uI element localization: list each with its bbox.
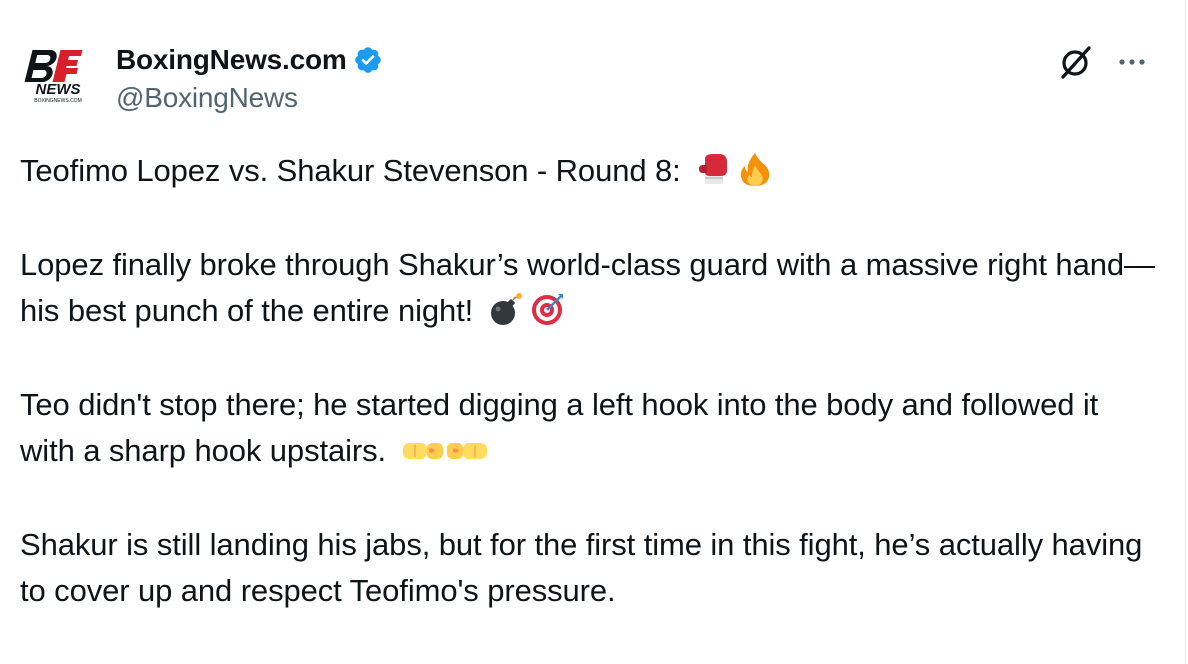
fire-icon	[737, 151, 773, 187]
account-handle[interactable]: @BoxingNews	[116, 82, 383, 114]
post-text: Teofimo Lopez vs. Shakur Stevenson - Rou…	[20, 148, 1160, 614]
name-row: BoxingNews.com	[116, 42, 383, 78]
boxing-glove-icon	[695, 151, 731, 187]
paragraph-text: Teofimo Lopez vs. Shakur Stevenson - Rou…	[20, 153, 690, 188]
post-paragraph-3: Teo didn't stop there; he started diggin…	[20, 382, 1160, 474]
bomb-icon	[488, 291, 524, 327]
post-paragraph-1: Teofimo Lopez vs. Shakur Stevenson - Rou…	[20, 148, 1160, 194]
paragraph-text: Teo didn't stop there; he started diggin…	[20, 387, 1099, 468]
direct-hit-icon	[530, 291, 566, 327]
left-fist-icon	[401, 431, 445, 467]
paragraph-text: Lopez finally broke through Shakur’s wor…	[20, 247, 1155, 328]
account-names: BoxingNews.com @BoxingNews	[116, 42, 383, 114]
display-name[interactable]: BoxingNews.com	[116, 44, 347, 76]
avatar-sub-text: NEWS	[36, 81, 81, 98]
post-card: NEWS BOXINGNEWS.COM BoxingNews.com @Boxi…	[0, 0, 1186, 664]
boxingnews-logo: NEWS BOXINGNEWS.COM	[24, 50, 83, 104]
verified-badge-icon[interactable]	[353, 45, 383, 75]
right-fist-icon	[445, 431, 489, 467]
avatar[interactable]: NEWS BOXINGNEWS.COM	[18, 36, 98, 116]
avatar-tiny-text: BOXINGNEWS.COM	[34, 98, 82, 104]
paragraph-text: Shakur is still landing his jabs, but fo…	[20, 527, 1143, 608]
post-paragraph-2: Lopez finally broke through Shakur’s wor…	[20, 242, 1160, 334]
post-header: NEWS BOXINGNEWS.COM BoxingNews.com @Boxi…	[18, 36, 383, 126]
more-options-icon[interactable]	[1114, 48, 1154, 76]
grok-icon[interactable]	[1056, 42, 1096, 82]
post-paragraph-4: Shakur is still landing his jabs, but fo…	[20, 522, 1160, 614]
